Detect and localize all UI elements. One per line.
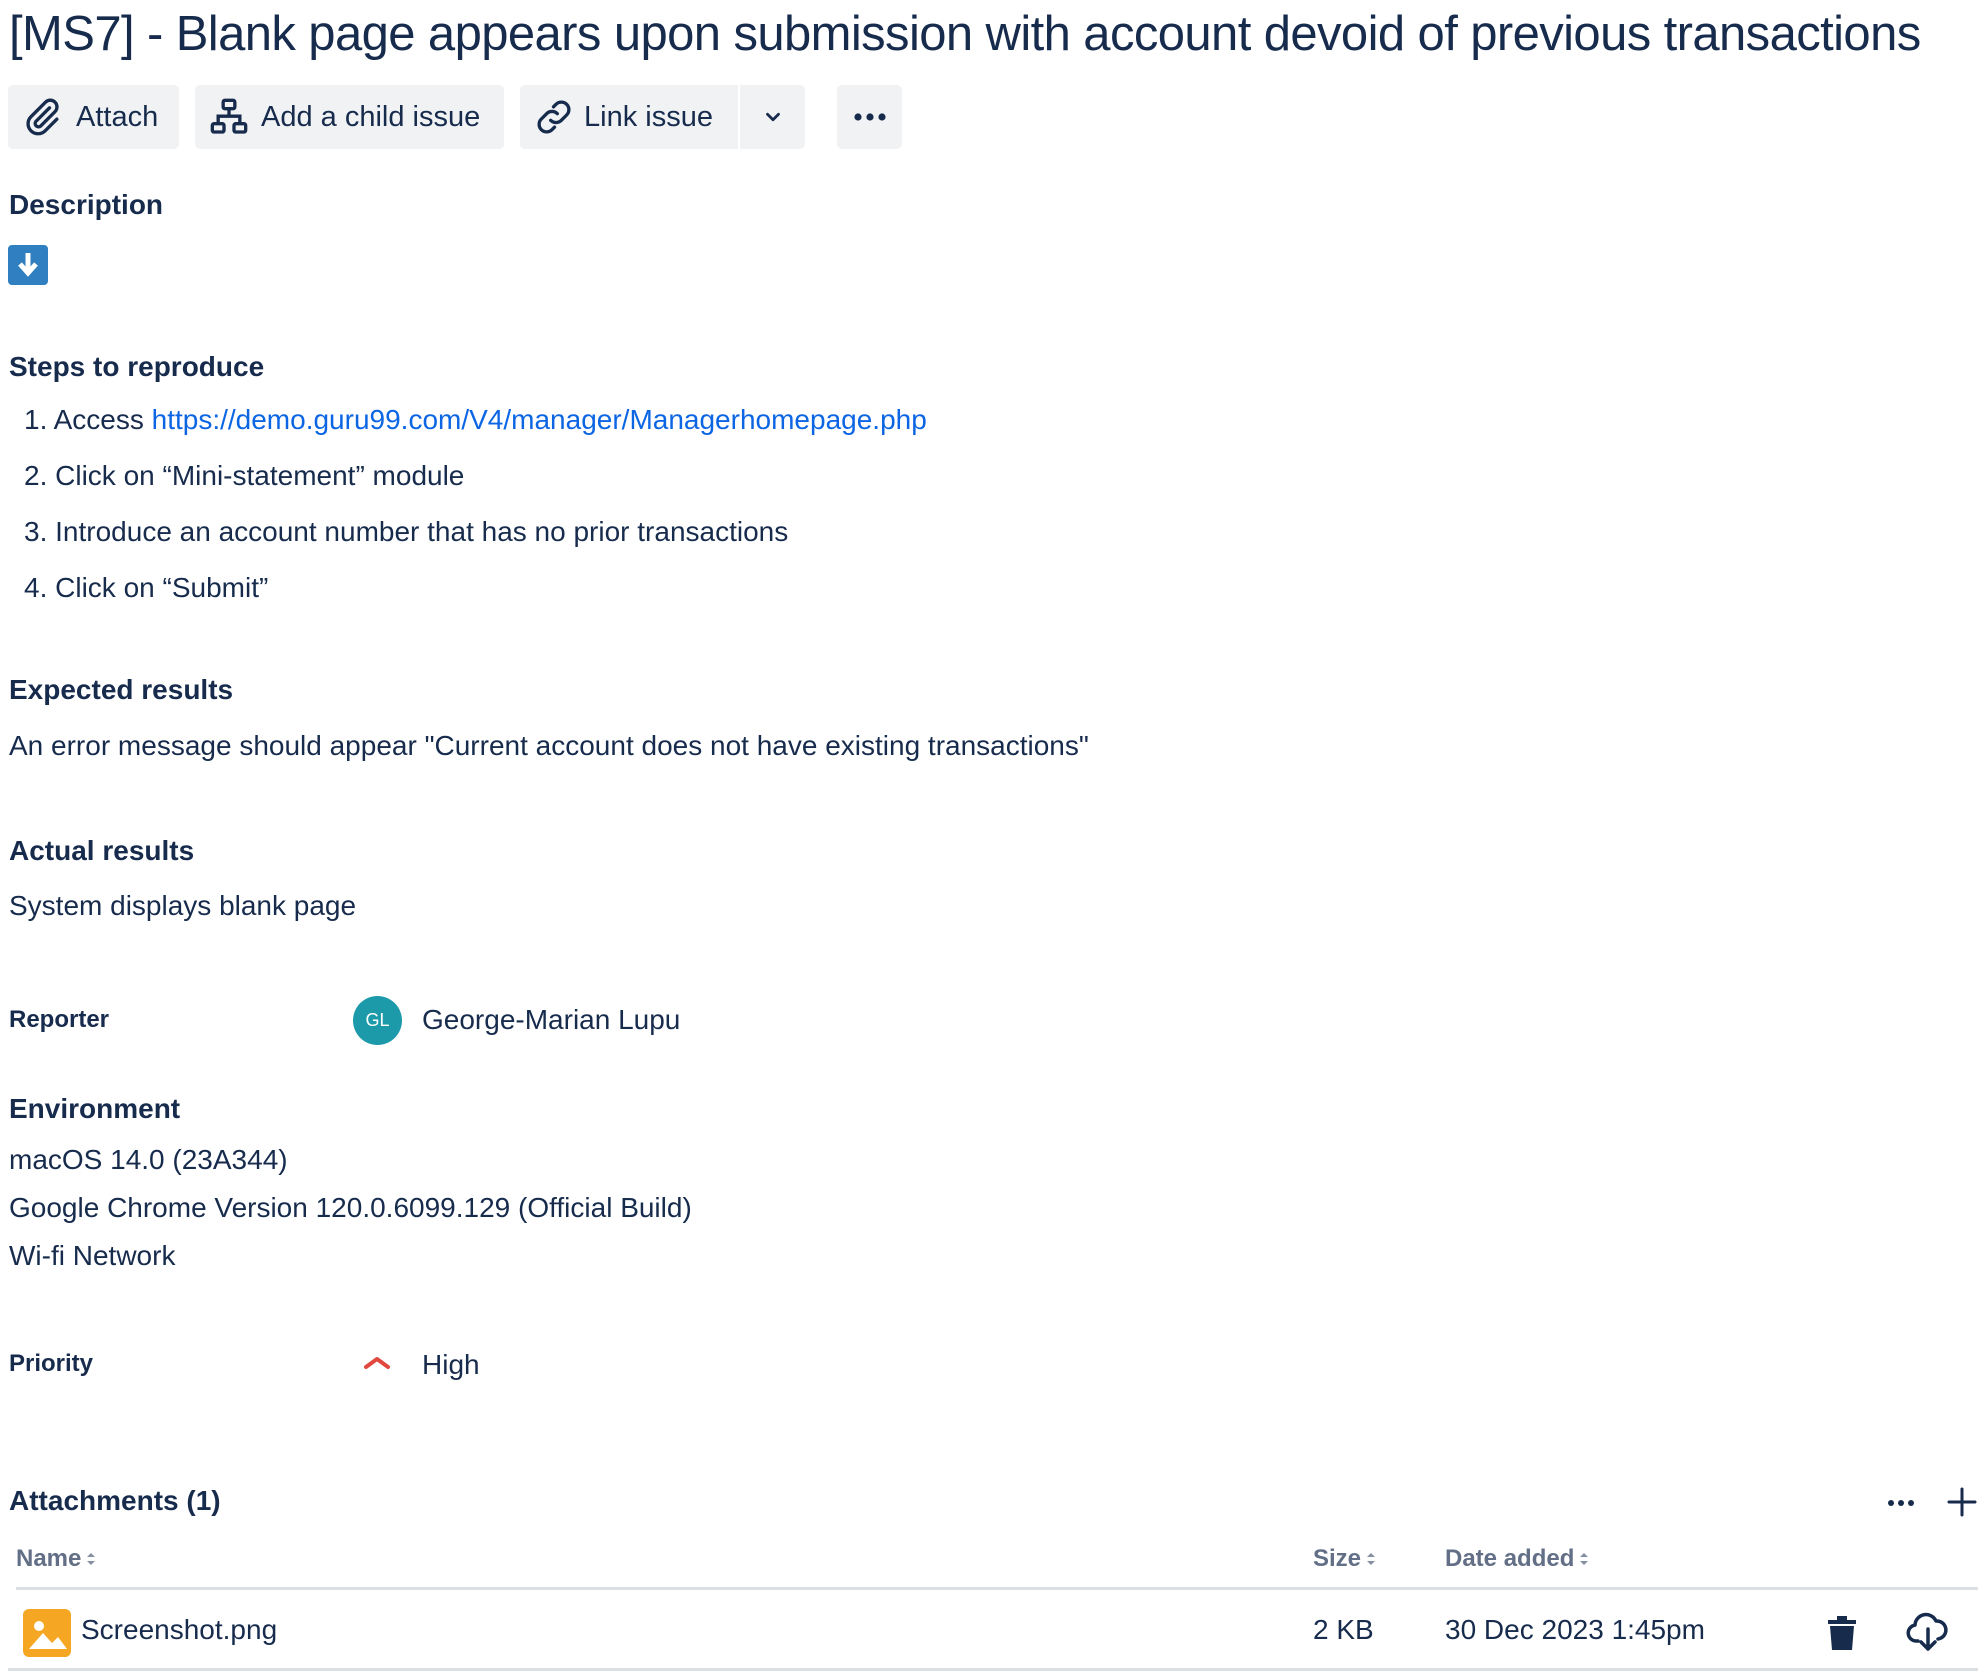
priority-value[interactable]: High — [422, 1349, 480, 1381]
step-text: Click on “Submit” — [55, 572, 269, 603]
environment-heading: Environment — [9, 1093, 181, 1124]
sort-icon — [1367, 1553, 1376, 1565]
column-header-date-added[interactable]: Date added — [1445, 1545, 1590, 1573]
step-text: Introduce an account number that has no … — [55, 516, 789, 547]
add-attachment-button[interactable] — [1944, 1484, 1980, 1520]
actual-results-heading: Actual results — [9, 835, 195, 866]
column-date-label: Date added — [1445, 1545, 1575, 1572]
sort-icon — [87, 1553, 96, 1565]
trash-icon — [1828, 1616, 1856, 1650]
attachments-heading: Attachments (1) — [9, 1485, 221, 1516]
add-child-issue-label: Add a child issue — [261, 100, 481, 133]
priority-high-icon — [363, 1354, 391, 1375]
attach-label: Attach — [76, 100, 159, 133]
expected-results-text: An error message should appear "Current … — [9, 730, 1089, 761]
attach-button[interactable]: Attach — [8, 85, 179, 149]
step-text: Access — [53, 404, 152, 435]
table-row[interactable]: Screenshot.png 2 KB 30 Dec 2023 1:45pm — [8, 1594, 1978, 1670]
guru99-link[interactable]: https://demo.guru99.com/V4/manager/Manag… — [152, 404, 927, 435]
info-down-arrow-icon — [8, 245, 48, 285]
step-item: 2. Click on “Mini-statement” module — [24, 460, 464, 492]
issue-title[interactable]: [MS7] - Blank page appears upon submissi… — [9, 4, 1921, 64]
table-header-divider — [16, 1587, 1978, 1590]
sort-icon — [1580, 1553, 1589, 1565]
issue-view: [MS7] - Blank page appears upon submissi… — [0, 0, 1986, 1674]
reporter-name[interactable]: George-Marian Lupu — [422, 1004, 680, 1036]
table-row-divider — [8, 1668, 1978, 1671]
column-size-label: Size — [1313, 1545, 1362, 1572]
environment-line: macOS 14.0 (23A344) — [9, 1144, 288, 1175]
environment-line: Wi-fi Network — [9, 1240, 176, 1271]
priority-label: Priority — [9, 1350, 94, 1377]
step-number: 3. — [24, 516, 48, 547]
chevron-down-icon — [765, 112, 780, 122]
attachments-more-button[interactable] — [1884, 1486, 1918, 1520]
step-text: Click on “Mini-statement” module — [55, 460, 465, 491]
step-number: 4. — [24, 572, 48, 603]
step-item: 1. Access https://demo.guru99.com/V4/man… — [24, 404, 927, 436]
child-issue-icon — [210, 98, 248, 134]
step-number: 2. — [24, 460, 48, 491]
plus-icon — [1947, 1487, 1977, 1517]
description-heading: Description — [9, 189, 164, 220]
step-item: 4. Click on “Submit” — [24, 572, 268, 604]
more-icon — [853, 113, 886, 121]
link-icon — [537, 100, 571, 134]
more-icon — [1888, 1500, 1914, 1506]
cloud-download-icon — [1906, 1612, 1948, 1651]
step-item: 3. Introduce an account number that has … — [24, 516, 788, 548]
attachment-file-name[interactable]: Screenshot.png — [81, 1614, 277, 1646]
attachment-date: 30 Dec 2023 1:45pm — [1445, 1614, 1705, 1645]
link-issue-dropdown-button[interactable] — [740, 85, 805, 149]
download-attachment-button[interactable] — [1906, 1611, 1950, 1653]
paperclip-icon — [26, 98, 59, 136]
more-actions-button[interactable] — [837, 85, 902, 149]
column-header-size[interactable]: Size — [1313, 1545, 1377, 1573]
actual-results-text: System displays blank page — [9, 890, 357, 921]
add-child-issue-button[interactable]: Add a child issue — [195, 85, 504, 149]
reporter-label: Reporter — [9, 1006, 110, 1033]
expected-results-heading: Expected results — [9, 674, 234, 705]
environment-line: Google Chrome Version 120.0.6099.129 (Of… — [9, 1192, 692, 1223]
step-number: 1. — [24, 404, 48, 435]
link-issue-button[interactable]: Link issue — [520, 85, 738, 149]
column-header-name[interactable]: Name — [16, 1545, 97, 1573]
column-name-label: Name — [16, 1545, 82, 1572]
image-file-icon — [23, 1609, 71, 1657]
delete-attachment-button[interactable] — [1824, 1614, 1860, 1652]
link-issue-label: Link issue — [584, 100, 713, 133]
steps-heading: Steps to reproduce — [9, 351, 265, 382]
avatar[interactable]: GL — [353, 996, 402, 1045]
attachment-size: 2 KB — [1313, 1614, 1374, 1645]
